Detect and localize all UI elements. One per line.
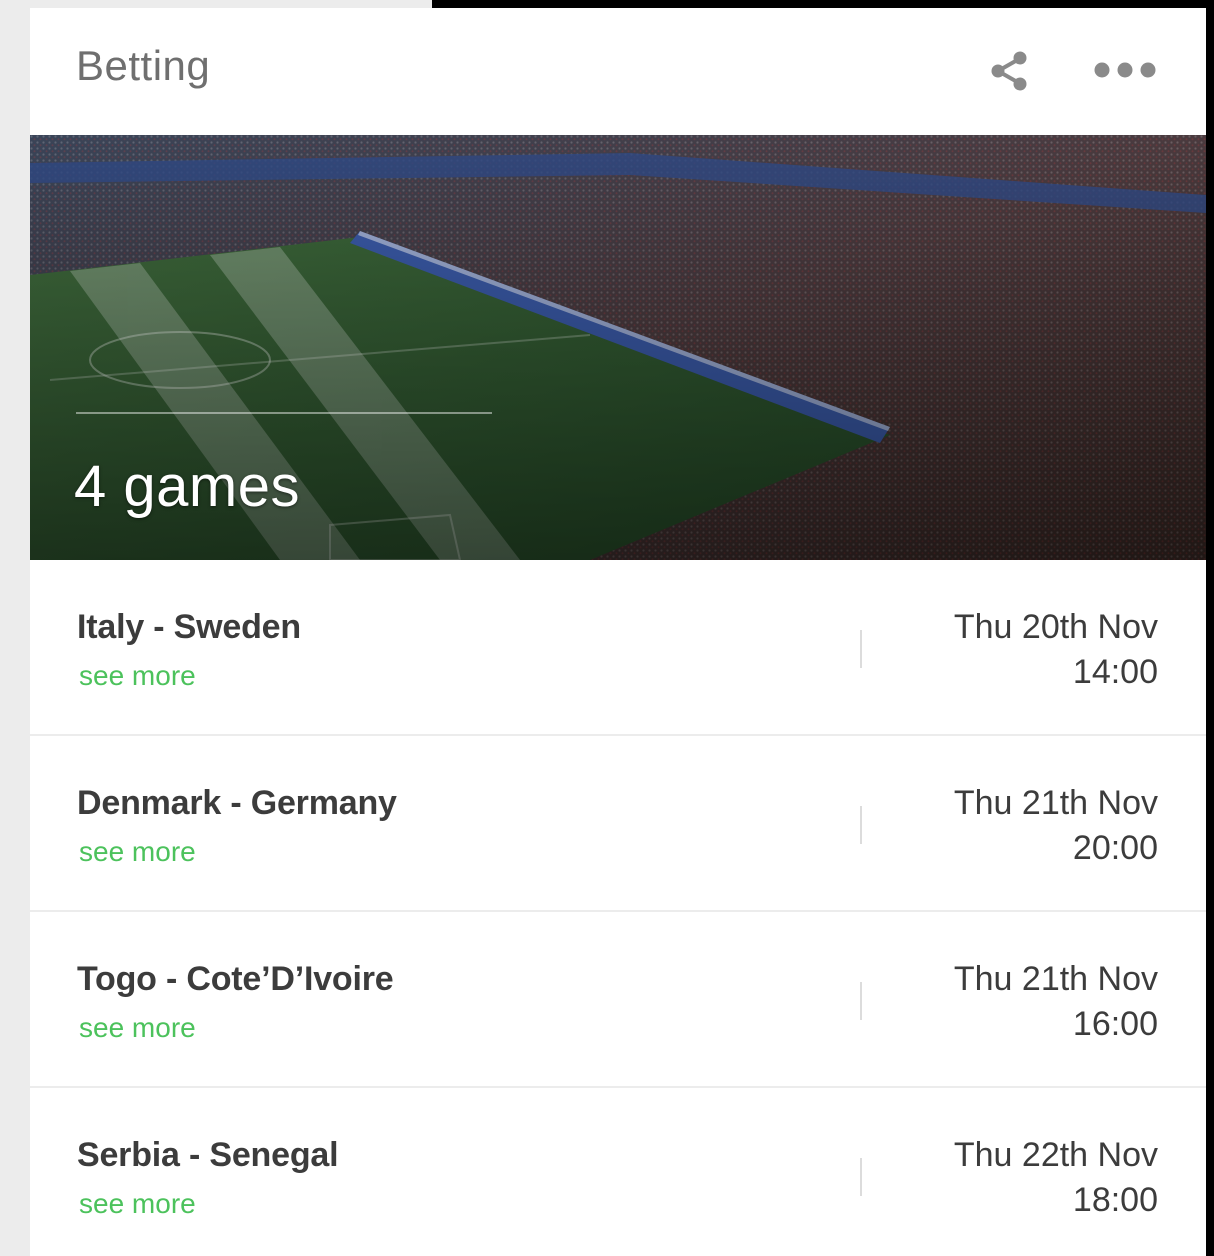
row-divider xyxy=(860,806,862,844)
more-options-button[interactable] xyxy=(1090,56,1160,84)
match-date: Thu 21th Nov xyxy=(953,960,1158,998)
see-more-link[interactable]: see more xyxy=(79,660,196,692)
match-date: Thu 22th Nov xyxy=(953,1136,1158,1174)
match-time: 16:00 xyxy=(1072,1005,1158,1043)
hero-divider xyxy=(76,412,492,414)
games-list: Italy - Sweden see more Thu 20th Nov 14:… xyxy=(30,560,1206,1256)
game-row[interactable]: Denmark - Germany see more Thu 21th Nov … xyxy=(30,736,1206,912)
match-date: Thu 20th Nov xyxy=(953,608,1158,646)
share-button[interactable] xyxy=(986,48,1032,94)
more-horizontal-icon xyxy=(1094,62,1156,78)
match-name: Togo - Cote’D’Ivoire xyxy=(77,960,394,998)
match-time: 18:00 xyxy=(1072,1181,1158,1219)
games-count: 4 games xyxy=(74,454,300,519)
game-row[interactable]: Togo - Cote’D’Ivoire see more Thu 21th N… xyxy=(30,912,1206,1088)
match-name: Denmark - Germany xyxy=(77,784,397,822)
card-title: Betting xyxy=(76,42,211,89)
match-name: Italy - Sweden xyxy=(77,608,301,646)
share-icon xyxy=(991,51,1027,91)
row-divider xyxy=(860,982,862,1020)
game-row[interactable]: Serbia - Senegal see more Thu 22th Nov 1… xyxy=(30,1088,1206,1256)
row-divider xyxy=(860,630,862,668)
see-more-link[interactable]: see more xyxy=(79,1188,196,1220)
match-date: Thu 21th Nov xyxy=(953,784,1158,822)
betting-card: Betting 4 games Italy - Sweden see more … xyxy=(30,8,1206,1256)
match-time: 20:00 xyxy=(1072,829,1158,867)
see-more-link[interactable]: see more xyxy=(79,836,196,868)
hero-banner: 4 games xyxy=(30,135,1206,560)
row-divider xyxy=(860,1158,862,1196)
card-header: Betting xyxy=(30,8,1206,135)
match-time: 14:00 xyxy=(1072,653,1158,691)
game-row[interactable]: Italy - Sweden see more Thu 20th Nov 14:… xyxy=(30,560,1206,736)
see-more-link[interactable]: see more xyxy=(79,1012,196,1044)
match-name: Serbia - Senegal xyxy=(77,1136,339,1174)
